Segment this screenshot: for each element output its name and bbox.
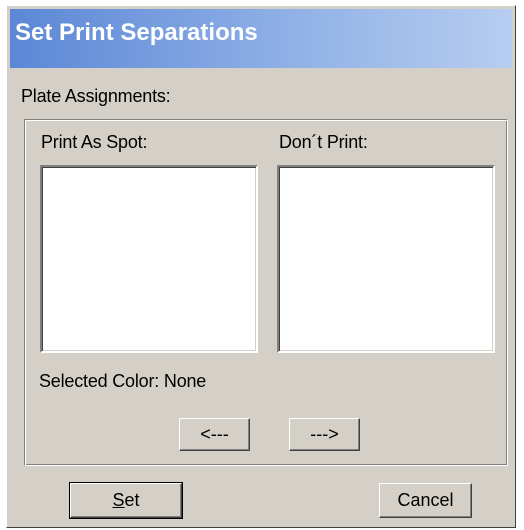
selected-color-caption: Selected Color: xyxy=(39,371,160,391)
dont-print-listbox[interactable] xyxy=(277,165,495,353)
set-print-separations-dialog: Set Print Separations Plate Assignments:… xyxy=(6,5,516,528)
move-to-dont-print-button[interactable]: ---> xyxy=(289,418,360,451)
set-button-label: et xyxy=(124,490,140,510)
plate-assignments-label: Plate Assignments: xyxy=(21,86,171,106)
dont-print-label: Don´t Print: xyxy=(279,132,368,152)
set-button[interactable]: Set xyxy=(69,482,183,519)
dialog-title: Set Print Separations xyxy=(15,19,258,46)
print-as-spot-listbox[interactable] xyxy=(40,165,258,353)
move-to-print-as-spot-button[interactable]: <--- xyxy=(179,418,250,451)
selected-color-value: None xyxy=(163,371,207,391)
cancel-button[interactable]: Cancel xyxy=(379,483,472,518)
set-button-mnemonic: S xyxy=(112,490,125,510)
selected-color-label: Selected Color: None xyxy=(39,371,206,392)
title-bar[interactable]: Set Print Separations xyxy=(10,9,512,68)
print-as-spot-label: Print As Spot: xyxy=(41,132,148,152)
